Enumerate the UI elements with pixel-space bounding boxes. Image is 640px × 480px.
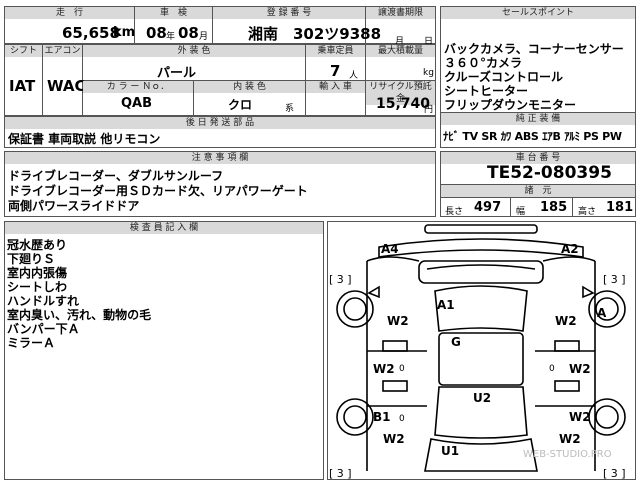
inspection-label: 車 検 — [135, 7, 212, 19]
front-bumper-strip — [424, 224, 538, 234]
mileage-label: 走 行 — [5, 7, 134, 19]
sales-label: セールスポイント — [441, 7, 635, 19]
dims-label: 諸 元 — [441, 185, 635, 197]
left-side-window — [382, 340, 408, 352]
load-label: 最大積載量 — [366, 45, 435, 57]
mark-zero-r: 0 — [549, 364, 555, 374]
inspector-line: ミラーＡ — [7, 336, 56, 350]
width-label: 幅 — [516, 207, 526, 217]
mark-b1: B1 — [373, 410, 391, 424]
front-bumper — [378, 238, 584, 258]
interior-label: 内 装 色 — [194, 81, 305, 93]
import-label: 輸 入 車 — [306, 81, 365, 93]
mark-a4: A4 — [381, 242, 399, 256]
height-label: 高さ — [578, 207, 597, 217]
docs-label: 後 日 発 送 部 品 — [5, 117, 435, 129]
equipment-label: 純 正 装 備 — [441, 113, 635, 125]
mark-tr3: [ 3 ] — [603, 273, 626, 286]
transfer-label: 譲渡書期限 — [366, 7, 435, 19]
mileage-unit: km — [113, 25, 136, 40]
mark-w2-l3: W2 — [383, 432, 405, 446]
interior-suffix: 系 — [285, 104, 295, 114]
shift-value: IAT — [9, 77, 36, 95]
watermark: WEB-STUDIO.PRO — [523, 449, 612, 460]
exterior-label: 外 装 色 — [83, 45, 305, 57]
notes-line: 両側パワースライドドア — [8, 199, 140, 213]
capacity-label: 乗車定員 — [306, 45, 365, 57]
mark-a2: A2 — [561, 242, 579, 256]
docs-value: 保証書 車両取説 他リモコン — [8, 132, 161, 146]
colorno-label: カ ラ ー Ｎｏ． — [83, 81, 193, 93]
sales-line: フリップダウンモニター — [444, 98, 577, 112]
mileage-value: 65,658 — [62, 24, 120, 42]
mark-g: G — [451, 335, 461, 349]
capacity-unit: 人 — [349, 71, 359, 81]
mark-w2-r4: W2 — [559, 432, 581, 446]
load-unit: kg — [423, 68, 434, 78]
inspection-month: 08 — [178, 24, 199, 42]
right-side-window — [554, 340, 580, 352]
width-value: 185 — [540, 200, 568, 215]
capacity-value: 7 — [330, 62, 341, 80]
recycle-value: 15,740 — [376, 96, 431, 112]
height-value: 181 — [606, 200, 634, 215]
mark-w2-l2: W2 — [373, 362, 395, 376]
equipment-value: ﾅﾋﾞ TV SR ｶﾜ ABS ｴｱB ｱﾙﾐ PS PW — [443, 130, 622, 143]
length-value: 497 — [474, 200, 502, 215]
mark-u2: U2 — [473, 391, 491, 405]
ac-label: エアコン — [43, 45, 82, 57]
inspection-year-unit: 年 — [166, 32, 176, 42]
length-label: 長さ — [445, 207, 464, 217]
mark-bl3: [ 3 ] — [329, 467, 352, 480]
shift-label: シフト — [5, 45, 42, 57]
mark-a-right: A — [597, 306, 607, 320]
mark-a1: A1 — [437, 298, 455, 312]
colorno-value: QAB — [121, 96, 153, 111]
reg-value: 湘南 302ツ9388 — [248, 25, 382, 43]
mark-w2-r3: W2 — [569, 410, 591, 424]
exterior-value: パール — [157, 66, 197, 81]
mark-u1: U1 — [441, 444, 459, 458]
reg-label: 登 録 番 号 — [213, 7, 365, 19]
notes-label: 注 意 事 項 欄 — [5, 152, 435, 164]
inspection-year: 08 — [146, 24, 167, 42]
mark-tl3: [ 3 ] — [329, 273, 352, 286]
inspection-month-unit: 月 — [199, 32, 209, 42]
mark-zero-l: 0 — [399, 364, 405, 374]
mark-br3: [ 3 ] — [603, 467, 626, 480]
car-diagram: A4 A2 [ 3 ] [ 3 ] A1 W2 W2 A G W2 0 0 W2… — [329, 224, 626, 480]
mark-w2-l1: W2 — [387, 314, 409, 328]
interior-value: クロ — [228, 98, 253, 112]
chassis-value: TE52-080395 — [487, 163, 612, 183]
inspector-label: 検 査 員 記 入 欄 — [5, 222, 323, 234]
left-mirror — [367, 285, 380, 299]
ac-value: WAC — [47, 77, 86, 95]
mark-zero-l2: 0 — [399, 414, 405, 424]
mark-w2-r2: W2 — [569, 362, 591, 376]
mark-w2-r1: W2 — [555, 314, 577, 328]
recycle-unit: 円 — [424, 105, 434, 115]
right-mirror — [582, 285, 595, 299]
